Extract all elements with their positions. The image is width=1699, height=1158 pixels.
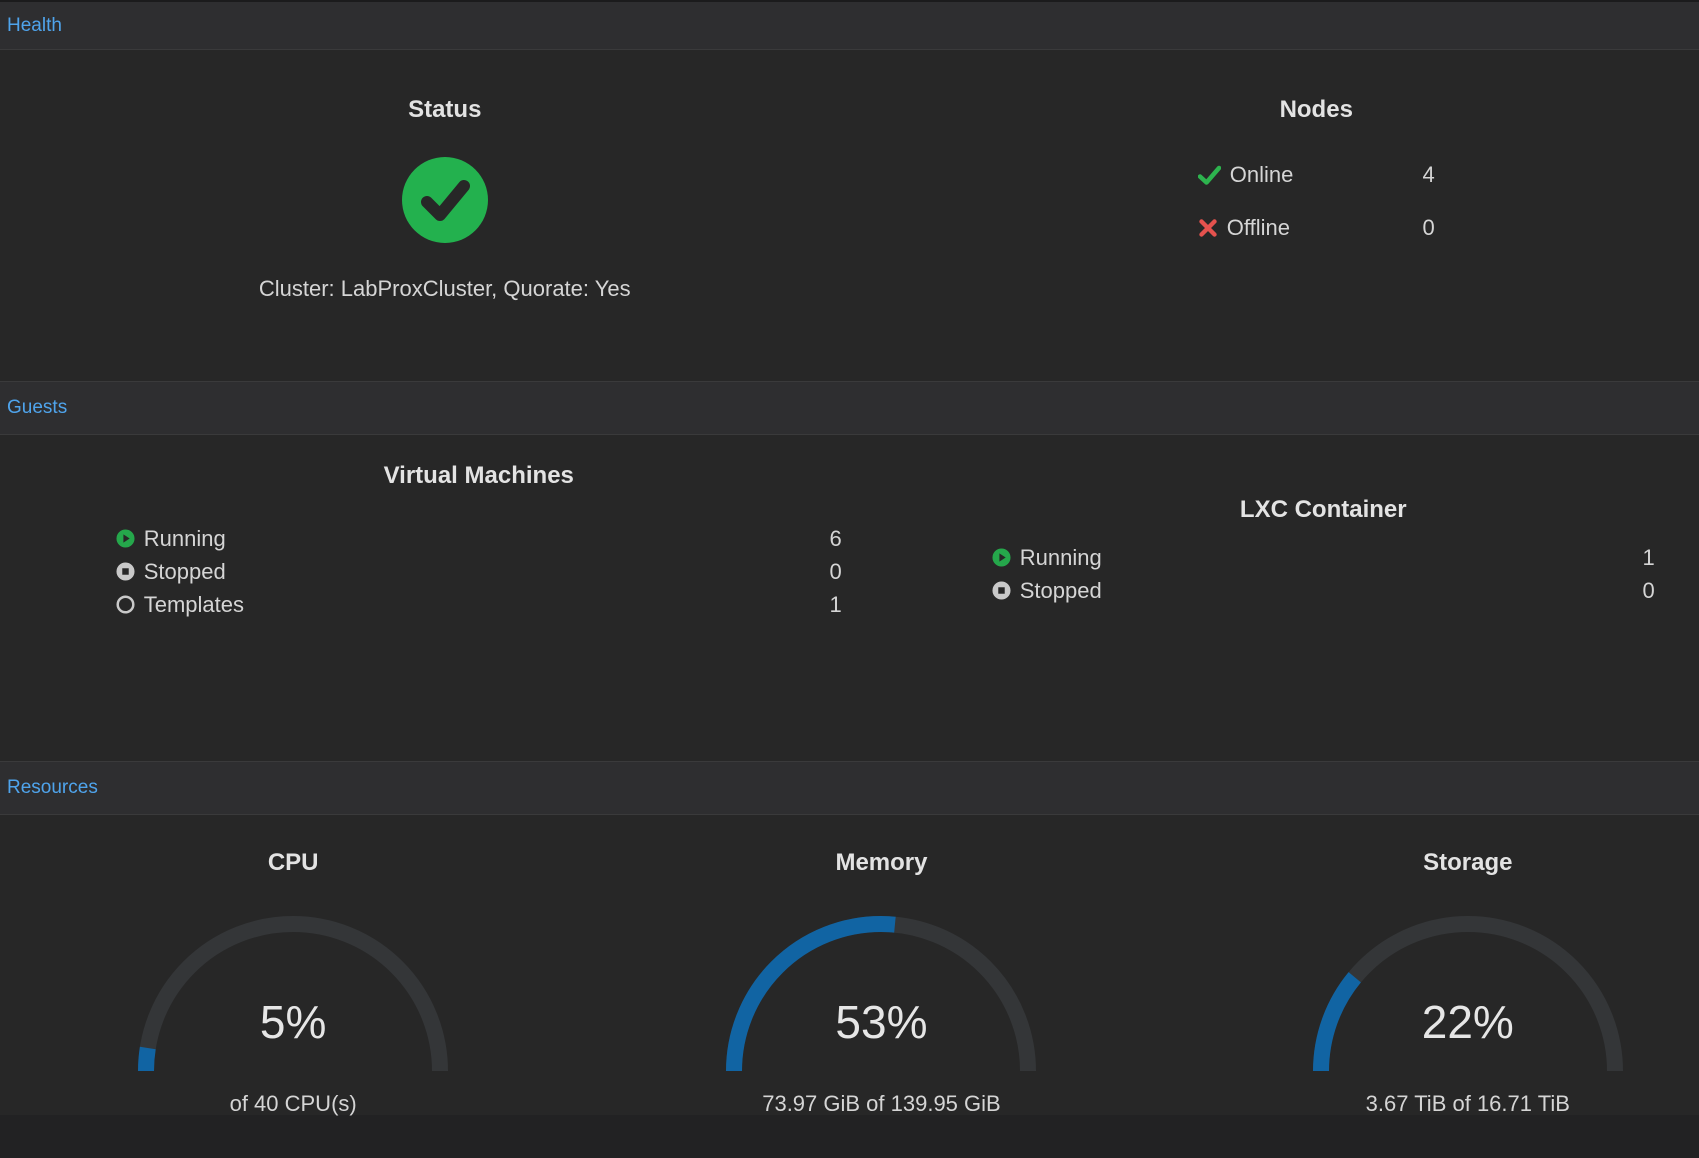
node-row-value: 4 xyxy=(1423,162,1435,188)
vm-list: Running 6 Stopped 0 xyxy=(116,522,842,621)
guest-row-value: 1 xyxy=(830,592,842,618)
play-circle-icon xyxy=(992,548,1011,567)
node-row-online: Online 4 xyxy=(1198,162,1435,188)
lxc-column: LXC Container Running 1 xyxy=(850,435,1699,761)
storage-gauge-column: Storage 22% 3.67 TiB of 16.71 TiB xyxy=(1133,815,1699,1115)
stop-circle-icon xyxy=(992,581,1011,600)
vm-row-stopped: Stopped 0 xyxy=(116,555,842,588)
stop-circle-icon xyxy=(116,562,135,581)
health-panel: Status Cluster: LabProxCluster, Quorate:… xyxy=(0,50,1699,381)
cpu-gauge: 5% xyxy=(130,908,456,1084)
nodes-column: Nodes Online 4 xyxy=(850,50,1699,381)
virtual-machines-column: Virtual Machines Running 6 xyxy=(0,435,850,761)
vm-row-running: Running 6 xyxy=(116,522,842,555)
storage-gauge: 22% xyxy=(1305,908,1631,1084)
memory-gauge-title: Memory xyxy=(598,815,1164,878)
datacenter-summary-page: Health Status Cluster: LabProxCluster, Q… xyxy=(0,0,1699,1115)
storage-gauge-title: Storage xyxy=(1185,815,1699,878)
check-icon xyxy=(1198,165,1221,186)
cpu-usage-detail: of 40 CPU(s) xyxy=(10,1092,576,1116)
gauge-arc xyxy=(130,908,456,1079)
gauge-arc xyxy=(718,908,1044,1079)
memory-percent-value: 53% xyxy=(718,996,1044,1048)
lxc-list: Running 1 Stopped 0 xyxy=(992,541,1655,607)
lxc-row-running: Running 1 xyxy=(992,541,1655,574)
guest-row-value: 6 xyxy=(830,526,842,552)
section-header-resources: Resources xyxy=(0,761,1699,815)
memory-usage-detail: 73.97 GiB of 139.95 GiB xyxy=(598,1092,1164,1116)
vm-row-templates: Templates 1 xyxy=(116,588,842,621)
lxc-row-stopped: Stopped 0 xyxy=(992,574,1655,607)
resources-section-title: Resources xyxy=(7,777,98,799)
health-section-title: Health xyxy=(7,15,62,37)
node-row-label: Offline xyxy=(1227,215,1290,241)
lxc-heading: LXC Container xyxy=(899,435,1699,525)
guests-panel: Virtual Machines Running 6 xyxy=(0,435,1699,761)
memory-gauge: 53% xyxy=(718,908,1044,1084)
status-column: Status Cluster: LabProxCluster, Quorate:… xyxy=(0,50,850,381)
node-row-offline: Offline 0 xyxy=(1198,215,1435,241)
cross-icon xyxy=(1198,218,1218,238)
play-circle-icon xyxy=(116,529,135,548)
resources-panel: CPU 5% of 40 CPU(s) Memory xyxy=(0,815,1699,1115)
nodes-heading: Nodes xyxy=(892,50,1699,125)
storage-usage-detail: 3.67 TiB of 16.71 TiB xyxy=(1185,1092,1699,1116)
guest-row-value: 0 xyxy=(1643,578,1655,604)
node-row-value: 0 xyxy=(1423,215,1435,241)
memory-gauge-column: Memory 53% 73.97 GiB of 139.95 GiB xyxy=(566,815,1132,1115)
outline-circle-icon xyxy=(116,595,135,614)
cpu-percent-value: 5% xyxy=(130,996,456,1048)
check-circle-icon xyxy=(402,157,488,243)
guest-row-label: Stopped xyxy=(144,559,226,585)
guest-row-label: Running xyxy=(144,526,226,552)
cpu-gauge-column: CPU 5% of 40 CPU(s) xyxy=(0,815,566,1115)
guests-section-title: Guests xyxy=(7,397,67,419)
node-row-label: Online xyxy=(1230,162,1294,188)
guest-row-label: Stopped xyxy=(1020,578,1102,604)
status-heading: Status xyxy=(20,50,870,125)
cpu-gauge-title: CPU xyxy=(10,815,576,878)
gauge-arc xyxy=(1305,908,1631,1079)
guest-row-value: 1 xyxy=(1643,545,1655,571)
guest-row-value: 0 xyxy=(830,559,842,585)
virtual-machines-heading: Virtual Machines xyxy=(54,435,904,491)
section-header-health: Health xyxy=(0,2,1699,50)
guest-row-label: Templates xyxy=(144,592,244,618)
cluster-status-text: Cluster: LabProxCluster, Quorate: Yes xyxy=(20,276,870,302)
nodes-list: Online 4 Offline 0 xyxy=(1198,162,1435,241)
section-header-guests: Guests xyxy=(0,381,1699,435)
storage-percent-value: 22% xyxy=(1305,996,1631,1048)
guest-row-label: Running xyxy=(1020,545,1102,571)
